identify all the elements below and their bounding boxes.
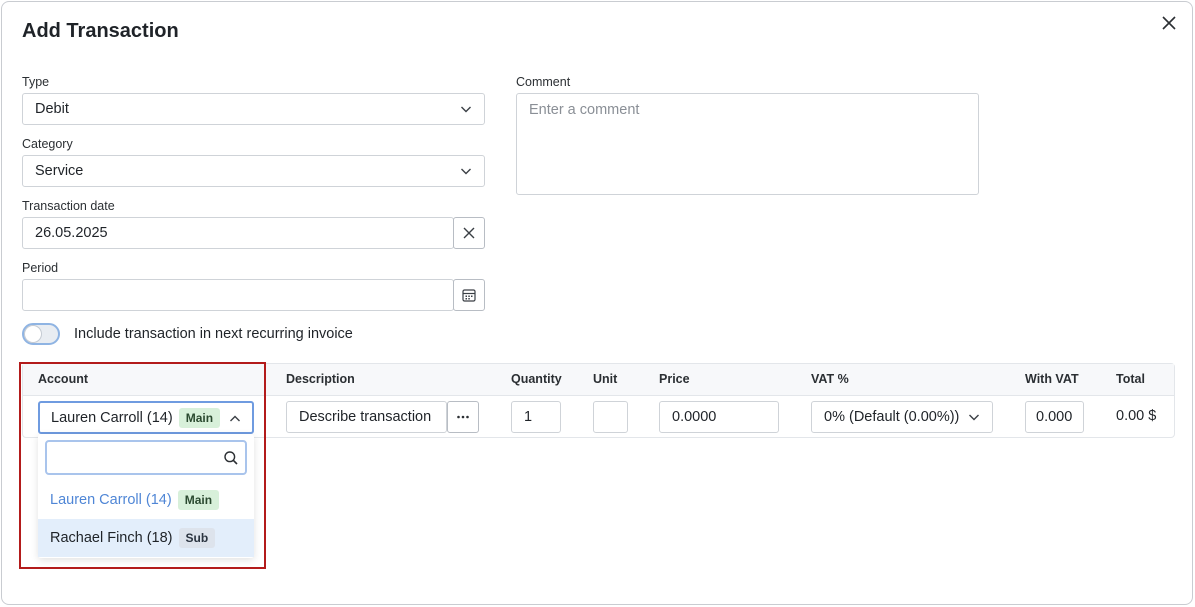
category-label: Category [22, 137, 73, 151]
account-option-name: Rachael Finch (18) [50, 530, 173, 546]
account-search-input[interactable] [45, 440, 247, 475]
more-horizontal-icon [457, 415, 469, 419]
account-option-badge: Sub [178, 528, 216, 548]
with-vat-value: 0.000 [1036, 409, 1073, 425]
description-input[interactable]: Describe transaction [286, 401, 447, 433]
period-input[interactable] [22, 279, 454, 311]
close-icon [463, 227, 475, 239]
description-more-button[interactable] [447, 401, 479, 433]
type-select[interactable]: Debit [22, 93, 485, 125]
calendar-button[interactable] [453, 279, 485, 311]
transaction-date-label: Transaction date [22, 199, 115, 213]
calendar-icon [462, 289, 476, 302]
column-header-price: Price [659, 372, 690, 386]
type-label: Type [22, 75, 50, 89]
category-select[interactable]: Service [22, 155, 485, 187]
toggle-knob [25, 326, 41, 342]
category-value: Service [35, 163, 84, 179]
column-header-total: Total [1116, 372, 1145, 386]
with-vat-input[interactable]: 0.000 [1025, 401, 1084, 433]
chevron-down-icon [461, 106, 471, 113]
account-selected-name: Lauren Carroll (14) [51, 409, 173, 426]
column-header-account: Account [38, 372, 88, 386]
account-option[interactable]: Lauren Carroll (14) Main [38, 481, 254, 519]
description-placeholder: Describe transaction [299, 409, 432, 425]
vat-value: 0% (Default (0.00%)) [824, 409, 960, 425]
unit-input[interactable] [593, 401, 628, 433]
transaction-date-value: 26.05.2025 [35, 225, 108, 241]
comment-label: Comment [516, 75, 571, 89]
column-header-vat: VAT % [811, 372, 849, 386]
period-label: Period [22, 261, 59, 275]
transaction-date-input[interactable]: 26.05.2025 [22, 217, 454, 249]
quantity-value: 1 [524, 409, 533, 425]
type-value: Debit [35, 101, 69, 117]
account-option[interactable]: Rachael Finch (18) Sub [38, 519, 254, 557]
price-input[interactable]: 0.0000 [659, 401, 779, 433]
vat-select[interactable]: 0% (Default (0.00%)) [811, 401, 993, 433]
column-header-quantity: Quantity [511, 372, 562, 386]
row-total: 0.00 $ [1116, 408, 1157, 424]
account-option-badge: Main [177, 490, 220, 510]
comment-textarea[interactable] [516, 93, 979, 195]
quantity-input[interactable]: 1 [511, 401, 561, 433]
account-option-name: Lauren Carroll (14) [50, 492, 172, 508]
clear-date-button[interactable] [453, 217, 485, 249]
price-value: 0.0000 [672, 409, 717, 425]
close-icon[interactable] [1158, 12, 1180, 34]
account-select[interactable]: Lauren Carroll (14) Main [38, 401, 254, 434]
account-selected-badge: Main [178, 407, 221, 428]
column-header-with-vat: With VAT [1025, 372, 1079, 386]
recurring-invoice-label: Include transaction in next recurring in… [74, 326, 353, 342]
dialog-title: Add Transaction [22, 20, 179, 42]
column-header-unit: Unit [593, 372, 618, 386]
chevron-down-icon [969, 414, 979, 421]
search-icon [224, 451, 238, 465]
recurring-invoice-toggle[interactable] [22, 323, 60, 345]
chevron-up-icon [230, 415, 240, 422]
chevron-down-icon [461, 168, 471, 175]
column-header-description: Description [286, 372, 355, 386]
